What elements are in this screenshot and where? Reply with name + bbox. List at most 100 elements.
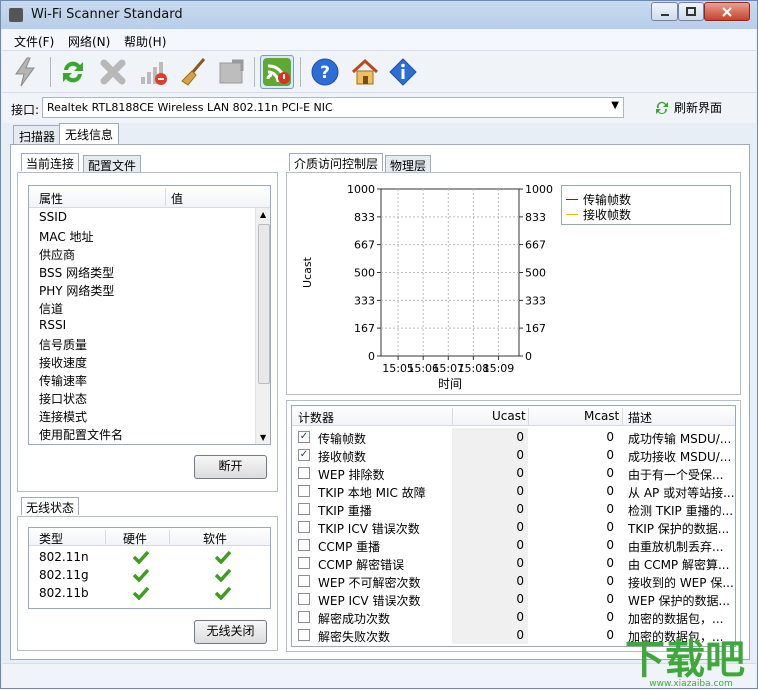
export-icon [219,59,244,84]
wireless-type: 802.11n [39,550,89,564]
tab-physical-layer[interactable]: 物理层 [385,155,432,173]
signal-bars-icon [141,62,167,85]
close-button[interactable] [704,2,750,21]
property-row[interactable]: 信号质量 [39,336,87,354]
menu-help[interactable]: 帮助(H) [124,33,166,50]
counter-checkbox[interactable]: ✓ [298,449,310,461]
mcast-value: 0 [606,538,614,552]
clear-button[interactable] [176,55,210,89]
counter-row[interactable]: ✓ 接收帧数 0 0 成功接收 MSDU/... [292,446,735,464]
counter-row[interactable]: WEP 不可解密次数 0 0 接收到的 WEP 保... [292,572,735,590]
tab-wireless-status[interactable]: 无线状态 [21,497,80,515]
menu-file[interactable]: 文件(F) [14,33,54,50]
interface-select[interactable]: Realtek RTL8188CE Wireless LAN 802.11n P… [42,97,624,118]
disconnect-button[interactable]: 断开 [194,455,267,479]
property-row[interactable]: 接口状态 [39,390,87,408]
wireless-off-button[interactable]: 无线关闭 [194,620,267,644]
header-attribute[interactable]: 属性 [39,190,63,207]
lightning-icon [15,57,35,87]
menu-network[interactable]: 网络(N) [68,33,110,50]
counter-name: 传输帧数 [318,432,367,446]
counter-checkbox[interactable] [298,503,310,515]
counter-row[interactable]: WEP ICV 错误次数 0 0 WEP 保护的数据... [292,590,735,608]
refresh-interface-button[interactable]: 刷新界面 [654,99,722,116]
wireless-row[interactable]: 802.11g [29,566,270,584]
ucast-value: 0 [452,626,528,644]
maximize-button[interactable] [678,2,704,21]
home-button[interactable] [348,55,382,89]
property-row[interactable]: 信道 [39,300,63,318]
export-button[interactable] [214,55,248,89]
y-tick-label: 833 [354,211,375,224]
header-ucast[interactable]: Ucast [492,409,526,423]
counter-description: WEP 保护的数据... [628,594,730,608]
tab-profiles[interactable]: 配置文件 [83,155,142,173]
wireless-row[interactable]: 802.11n [29,548,270,566]
y-tick-label-right: 1000 [525,183,553,196]
counter-description: TKIP 保护的数据... [628,522,730,536]
connection-scrollbar[interactable]: ▲ ▼ [255,208,270,444]
refresh-icon [63,61,83,83]
ucast-value: 0 [452,554,528,572]
counter-checkbox[interactable] [298,485,310,497]
property-row[interactable]: PHY 网络类型 [39,282,114,300]
property-row[interactable]: 传输速率 [39,372,87,390]
tab-wireless-info[interactable]: 无线信息 [59,123,120,145]
property-row[interactable]: 接收速度 [39,354,87,372]
tab-mac-layer[interactable]: 介质访问控制层 [289,153,384,171]
counter-checkbox[interactable] [298,557,310,569]
counter-row[interactable]: TKIP ICV 错误次数 0 0 TKIP 保护的数据... [292,518,735,536]
chart-legend: 传输帧数 接收帧数 [561,185,731,225]
counter-checkbox[interactable] [298,521,310,533]
header-description[interactable]: 描述 [628,409,652,426]
header-value[interactable]: 值 [171,190,183,207]
counter-row[interactable]: ✓ 传输帧数 0 0 成功传输 MSDU/... [292,428,735,446]
header-counter[interactable]: 计数器 [298,409,334,426]
mcast-value: 0 [606,592,614,606]
property-row[interactable]: BSS 网络类型 [39,264,114,282]
property-row[interactable]: 供应商 [39,246,75,264]
property-row[interactable]: RSSI [39,318,66,336]
header-mcast[interactable]: Mcast [584,409,619,423]
signal-button[interactable] [136,55,170,89]
counter-row[interactable]: 解密成功次数 0 0 加密的数据包，... [292,608,735,626]
about-button[interactable] [386,55,420,89]
counter-name: TKIP ICV 错误次数 [318,522,420,536]
header-software[interactable]: 软件 [203,530,227,547]
stop-button[interactable] [96,55,130,89]
counter-checkbox[interactable] [298,593,310,605]
header-hardware[interactable]: 硬件 [123,530,147,547]
maximize-icon [686,7,696,16]
connection-list-header: 属性 值 [29,186,270,208]
header-type[interactable]: 类型 [39,530,63,547]
help-button[interactable]: ? [308,55,342,89]
counter-checkbox[interactable] [298,467,310,479]
counter-checkbox[interactable] [298,575,310,587]
counter-checkbox[interactable] [298,539,310,551]
property-row[interactable]: SSID [39,210,67,228]
minimize-button[interactable] [651,2,678,21]
refresh-button[interactable] [56,55,90,89]
wireless-status-group: 类型 硬件 软件 802.11n 802.11g 802.11b 无线关闭 [17,516,278,651]
counter-checkbox[interactable]: ✓ [298,431,310,443]
property-row[interactable]: 连接模式 [39,408,87,426]
counter-name: 解密失败次数 [318,630,391,644]
counter-name: WEP 不可解密次数 [318,576,421,590]
property-row[interactable]: 使用配置文件名 [39,426,123,444]
tab-scanner[interactable]: 扫描器 [13,125,62,145]
start-button[interactable] [8,55,42,89]
tab-current-connection[interactable]: 当前连接 [21,153,80,171]
home-icon [351,58,379,85]
counter-row[interactable]: TKIP 本地 MIC 故障 0 0 从 AP 或对等站接... [292,482,735,500]
counter-name: TKIP 本地 MIC 故障 [318,486,426,500]
counter-row[interactable]: WEP 排除数 0 0 由于有一个受保... [292,464,735,482]
wireless-row[interactable]: 802.11b [29,584,270,602]
counter-row[interactable]: CCMP 解密错误 0 0 由 CCMP 解密算... [292,554,735,572]
property-row[interactable]: MAC 地址 [39,228,94,246]
counter-row[interactable]: CCMP 重播 0 0 由重放机制丢弃... [292,536,735,554]
monitor-button[interactable] [260,55,294,89]
counter-row[interactable]: TKIP 重播 0 0 检测 TKIP 重播的... [292,500,735,518]
counter-checkbox[interactable] [298,611,310,623]
counter-checkbox[interactable] [298,629,310,641]
legend-label: 接收帧数 [583,208,632,222]
